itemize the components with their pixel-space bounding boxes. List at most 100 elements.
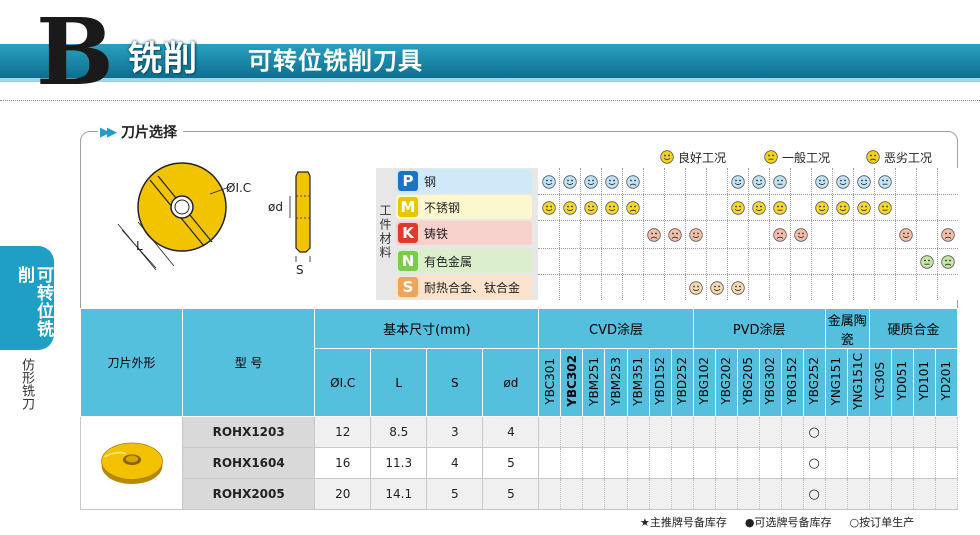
material-badge-p: P bbox=[398, 171, 418, 191]
availability-cell bbox=[890, 447, 914, 479]
material-grade-grid bbox=[538, 168, 958, 300]
availability-cell bbox=[626, 478, 650, 510]
neutral-face-icon bbox=[764, 150, 778, 164]
availability-cell bbox=[890, 416, 914, 448]
grade-code-header: YBG102 bbox=[692, 348, 716, 417]
happy-face-icon bbox=[562, 200, 577, 215]
material-row-m: M 不锈钢 bbox=[396, 195, 532, 219]
availability-cell bbox=[692, 447, 716, 479]
availability-cell bbox=[648, 478, 672, 510]
grid-divider bbox=[748, 168, 749, 300]
grid-divider bbox=[874, 168, 875, 300]
legend-bad-label: 恶劣工况 bbox=[884, 150, 933, 165]
availability-cell bbox=[560, 447, 584, 479]
insert-spec-table: 刀片外形型 号基本尺寸(mm) CVD涂层 PVD涂层 金属陶瓷 硬质合金 ØI.C L Sø… bbox=[79, 308, 959, 510]
chapter-letter: B bbox=[36, 0, 114, 106]
availability-cell bbox=[934, 447, 959, 479]
insert-drawing-svg: ØI.C L ød S bbox=[117, 162, 311, 277]
happy-face-icon bbox=[709, 280, 724, 295]
insert-diagram: ØI.C L ød S bbox=[92, 150, 352, 300]
happy-face-icon bbox=[688, 280, 703, 295]
availability-cell bbox=[780, 478, 804, 510]
happy-face-icon bbox=[856, 174, 871, 189]
material-name: 耐热合金、钛合金 bbox=[424, 280, 521, 295]
side-sub-label: 仿形铣刀 bbox=[19, 358, 34, 410]
availability-cell bbox=[780, 447, 804, 479]
model-cell: ROHX1203 bbox=[182, 416, 316, 448]
happy-face-icon bbox=[793, 227, 808, 242]
grade-group-header: PVD涂层 bbox=[692, 308, 826, 349]
grid-divider bbox=[811, 168, 812, 300]
availability-cell bbox=[648, 416, 672, 448]
l-label: L bbox=[136, 239, 143, 253]
availability-cell bbox=[714, 478, 738, 510]
grid-divider bbox=[664, 168, 665, 300]
availability-cell bbox=[846, 447, 870, 479]
grid-divider bbox=[832, 168, 833, 300]
availability-cell bbox=[626, 416, 650, 448]
availability-cell bbox=[736, 478, 760, 510]
dimension-col-header: ød bbox=[482, 348, 540, 417]
grid-divider bbox=[559, 168, 560, 300]
grade-code-header: YBG152 bbox=[780, 348, 804, 417]
availability-cell bbox=[670, 478, 694, 510]
page-title: 可转位铣削刀具 bbox=[248, 47, 423, 75]
dimension-cell: 14.1 bbox=[370, 478, 428, 510]
availability-cell bbox=[758, 478, 782, 510]
grade-code-header: YBC302 bbox=[560, 348, 584, 417]
happy-face-icon bbox=[688, 227, 703, 242]
legend-circle: ○按订单生产 bbox=[849, 516, 915, 529]
header-divider bbox=[0, 100, 980, 101]
sad-face-icon bbox=[940, 254, 955, 269]
material-row-s: S 耐热合金、钛合金 bbox=[396, 275, 532, 299]
dimension-cell: 11.3 bbox=[370, 447, 428, 479]
material-name: 不锈钢 bbox=[424, 200, 461, 215]
grade-code-header: YBC301 bbox=[538, 348, 562, 417]
dimension-cell: 5 bbox=[482, 478, 540, 510]
legend-bad: 恶劣工况 bbox=[866, 149, 932, 165]
happy-face-icon bbox=[604, 174, 619, 189]
grade-code-header: YBM351 bbox=[626, 348, 650, 417]
availability-cell: ○ bbox=[802, 447, 826, 479]
availability-cell bbox=[538, 416, 562, 448]
grade-code-header: YBM251 bbox=[582, 348, 606, 417]
availability-cell bbox=[582, 416, 606, 448]
section-heading: ▶▶ 刀片选择 bbox=[98, 122, 183, 142]
availability-cell bbox=[758, 416, 782, 448]
round-insert-icon bbox=[100, 442, 163, 484]
happy-face-icon bbox=[604, 200, 619, 215]
d-label: ød bbox=[268, 200, 283, 214]
happy-face-icon bbox=[898, 227, 913, 242]
happy-face-icon bbox=[541, 200, 556, 215]
neutral-face-icon bbox=[877, 174, 892, 189]
grid-divider bbox=[853, 168, 854, 300]
happy-face-icon bbox=[751, 200, 766, 215]
sad-face-icon bbox=[940, 227, 955, 242]
happy-face-icon bbox=[730, 200, 745, 215]
material-badge-n: N bbox=[398, 251, 418, 271]
grid-divider bbox=[685, 168, 686, 300]
availability-cell bbox=[934, 478, 959, 510]
sad-face-icon bbox=[772, 227, 787, 242]
grid-divider bbox=[937, 168, 938, 300]
double-arrow-icon: ▶▶ bbox=[100, 124, 117, 140]
availability-cell bbox=[604, 416, 628, 448]
sad-face-icon bbox=[667, 227, 682, 242]
model-header: 型 号 bbox=[182, 308, 316, 417]
availability-cell bbox=[582, 447, 606, 479]
ic-label: ØI.C bbox=[226, 181, 251, 195]
grid-divider bbox=[895, 168, 896, 300]
grade-code-header: YBG205 bbox=[736, 348, 760, 417]
availability-cell bbox=[868, 416, 892, 448]
legend-good: 良好工况 bbox=[660, 149, 726, 165]
availability-cell bbox=[560, 416, 584, 448]
availability-cell bbox=[648, 447, 672, 479]
grid-divider bbox=[538, 274, 958, 275]
availability-cell bbox=[890, 478, 914, 510]
sad-face-icon bbox=[866, 150, 880, 164]
grid-divider bbox=[538, 194, 958, 195]
grade-code-header: YD201 bbox=[934, 348, 959, 417]
material-name: 有色金属 bbox=[424, 254, 473, 269]
happy-face-icon bbox=[814, 200, 829, 215]
availability-cell bbox=[714, 447, 738, 479]
